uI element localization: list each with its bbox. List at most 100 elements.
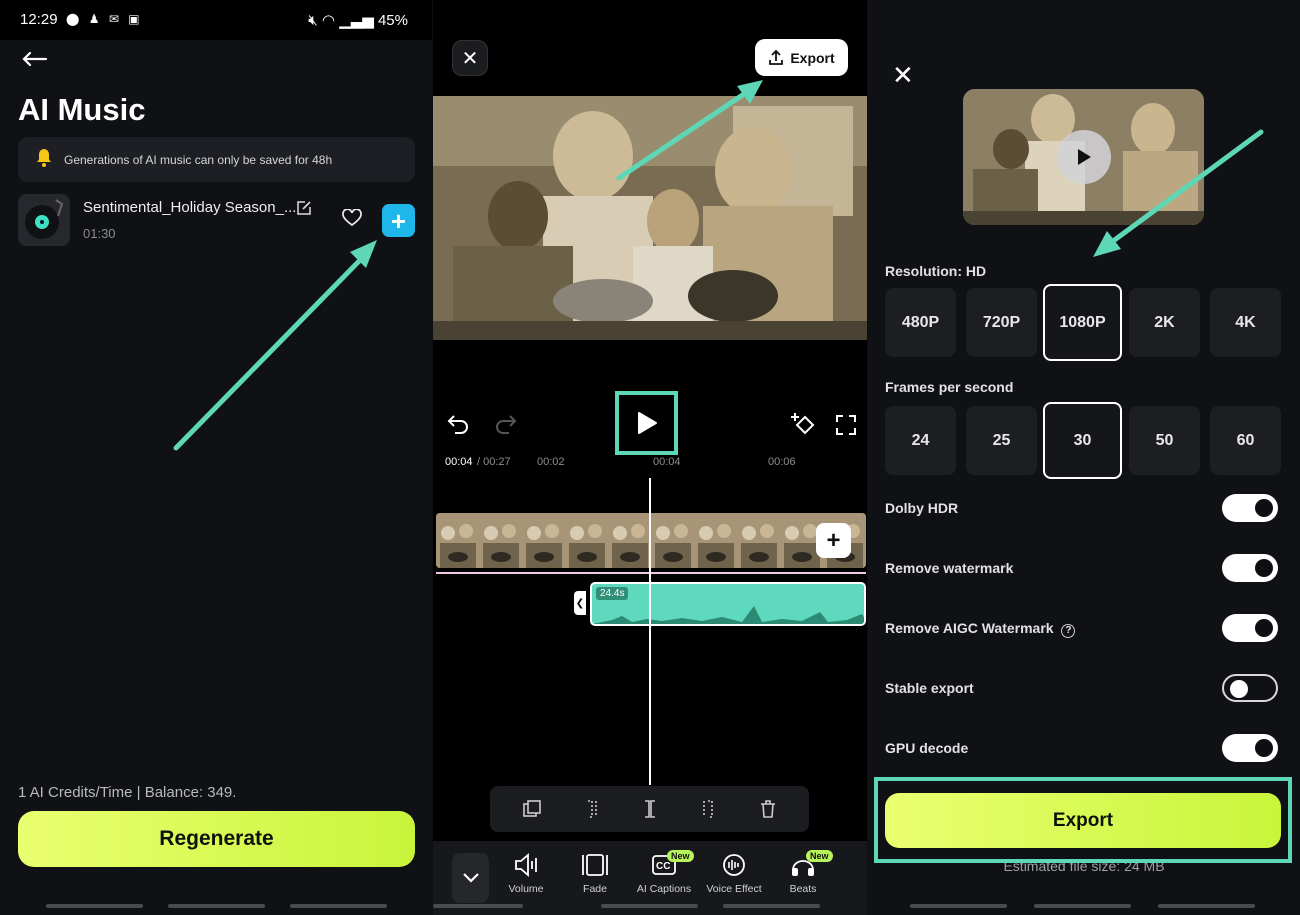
fullscreen-icon[interactable]	[835, 414, 857, 436]
gpu-decode-toggle[interactable]	[1222, 734, 1278, 762]
close-icon[interactable]: ✕	[892, 60, 914, 91]
bell-icon	[37, 149, 51, 167]
timeline-tick: 00:02	[537, 456, 565, 468]
nav-bar-segment	[910, 904, 1007, 908]
dolby-hdr-toggle[interactable]	[1222, 494, 1278, 522]
wifi-icon: ◠	[321, 12, 336, 29]
status-bar: 12:29 ⬤ ♟ ✉ ▣ 🔇︎ ◠ ▁▃▅ 45%	[0, 0, 432, 40]
highlight-box	[874, 777, 1292, 863]
clip-divider	[436, 572, 866, 574]
trim-start-icon[interactable]	[580, 798, 602, 820]
preview-play-button[interactable]	[1057, 130, 1111, 184]
notification-icons: ⬤ ♟ ✉ ▣	[66, 12, 143, 26]
back-arrow-icon[interactable]	[22, 48, 48, 74]
total-time: / 00:27	[477, 456, 511, 468]
remove-watermark-label: Remove watermark	[885, 560, 1014, 576]
help-icon[interactable]: ?	[1061, 624, 1076, 638]
nav-bar-segment	[1034, 904, 1131, 908]
annotation-arrow	[173, 240, 377, 451]
fade-icon	[582, 854, 608, 876]
tool-label: Voice Effect	[706, 883, 762, 895]
current-time: 00:04	[445, 456, 473, 468]
close-button[interactable]: ✕	[452, 40, 488, 76]
fps-50[interactable]: 50	[1129, 406, 1200, 475]
plus-icon: +	[390, 205, 407, 236]
song-title[interactable]: Sentimental_Holiday Season_...	[83, 199, 296, 216]
tool-label: Fade	[583, 883, 607, 895]
tool-fade[interactable]: Fade	[560, 852, 630, 895]
tool-beats[interactable]: New Beats	[768, 850, 838, 895]
delete-icon[interactable]	[757, 798, 779, 820]
nav-bar-segment	[723, 904, 820, 908]
audio-duration-tag: 24.4s	[596, 587, 629, 600]
nav-bar-segment	[601, 904, 698, 908]
voice-effect-icon	[723, 854, 745, 876]
resolution-2k[interactable]: 2K	[1129, 288, 1200, 357]
regenerate-button[interactable]: Regenerate	[18, 811, 415, 867]
nav-bar-segment	[433, 904, 523, 908]
playhead[interactable]	[649, 478, 651, 785]
resolution-1080p[interactable]: 1080P	[1043, 284, 1122, 361]
close-icon: ✕	[461, 47, 479, 70]
audio-clip[interactable]: 24.4s	[590, 582, 866, 626]
resolution-480p[interactable]: 480P	[885, 288, 956, 357]
audio-trim-handle[interactable]: ❮	[574, 591, 586, 615]
tool-voice-effect[interactable]: Voice Effect	[699, 852, 769, 895]
editor-top-bar	[433, 0, 867, 34]
video-clip-track[interactable]	[436, 513, 866, 568]
fps-24[interactable]: 24	[885, 406, 956, 475]
remove-watermark-toggle[interactable]	[1222, 554, 1278, 582]
remove-aigc-watermark-toggle[interactable]	[1222, 614, 1278, 642]
keyframe-icon[interactable]	[789, 411, 817, 437]
new-badge: New	[667, 850, 694, 862]
stable-export-toggle[interactable]	[1222, 674, 1278, 702]
stable-export-label: Stable export	[885, 680, 974, 696]
tool-label: Volume	[508, 883, 544, 895]
nav-bar-segment	[1158, 904, 1255, 908]
remove-aigc-watermark-label: Remove AIGC Watermark	[885, 620, 1054, 636]
tool-volume[interactable]: Volume	[491, 852, 561, 895]
add-clip-button[interactable]: +	[816, 523, 851, 558]
export-button[interactable]: Export	[755, 39, 848, 76]
add-music-button[interactable]: +	[382, 204, 415, 237]
tool-label: Beats	[789, 883, 817, 895]
fps-60[interactable]: 60	[1210, 406, 1281, 475]
play-icon	[637, 412, 657, 434]
remove-aigc-watermark-row: Remove AIGC Watermark ?	[885, 620, 1076, 638]
new-badge: New	[806, 850, 833, 862]
trim-end-icon[interactable]	[698, 798, 720, 820]
notice-banner: Generations of AI music can only be save…	[18, 137, 415, 182]
volume-icon	[515, 853, 537, 877]
collapse-button[interactable]	[452, 853, 489, 903]
resolution-4k[interactable]: 4K	[1210, 288, 1281, 357]
signal-icon: ▁▃▅	[339, 12, 374, 29]
export-preview-thumbnail[interactable]	[963, 89, 1204, 225]
credits-balance: 1 AI Credits/Time | Balance: 349.	[18, 784, 237, 801]
status-time: 12:29	[20, 11, 58, 28]
redo-icon[interactable]	[493, 413, 517, 435]
export-settings-panel: ✕ Resolution: HD 480P 720P 1080P 2K 4K F…	[868, 0, 1300, 915]
clip-edit-toolbar	[490, 786, 809, 832]
page-title: AI Music	[18, 92, 146, 127]
plus-icon: +	[826, 526, 841, 554]
export-button-label: Export	[790, 49, 835, 66]
edit-icon[interactable]	[296, 200, 312, 216]
resolution-label: Resolution: HD	[885, 263, 987, 279]
heart-icon[interactable]	[342, 209, 362, 227]
fps-25[interactable]: 25	[966, 406, 1037, 475]
duplicate-icon[interactable]	[521, 798, 543, 820]
song-cover[interactable]	[18, 194, 70, 246]
chevron-down-icon	[462, 873, 479, 883]
tool-ai-captions[interactable]: CC New AI Captions	[629, 850, 699, 895]
fps-30[interactable]: 30	[1043, 402, 1122, 479]
status-right: 🔇︎ ◠ ▁▃▅ 45%	[308, 11, 408, 29]
svg-text:CC: CC	[656, 861, 670, 872]
tool-label: AI Captions	[636, 883, 692, 895]
play-button[interactable]	[615, 391, 678, 455]
split-icon[interactable]	[639, 798, 661, 820]
resolution-720p[interactable]: 720P	[966, 288, 1037, 357]
ai-music-panel: 12:29 ⬤ ♟ ✉ ▣ 🔇︎ ◠ ▁▃▅ 45% AI Music Gene…	[0, 0, 432, 915]
video-preview[interactable]	[433, 96, 867, 340]
undo-icon[interactable]	[447, 413, 471, 435]
family-cooking-image	[433, 96, 867, 340]
